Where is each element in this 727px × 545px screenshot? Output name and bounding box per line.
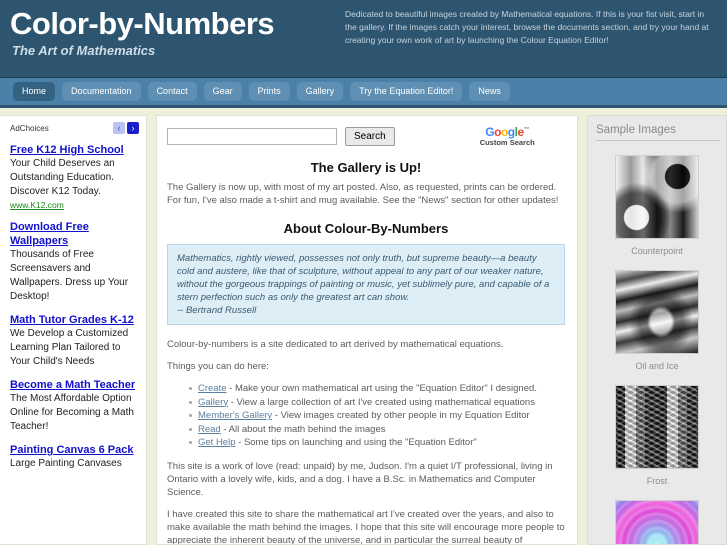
- ad-block: Become a Math Teacher The Most Affordable…: [10, 378, 139, 434]
- site-subtitle: The Art of Mathematics: [12, 43, 156, 58]
- things-text: - Some tips on launching and using the "…: [235, 437, 477, 448]
- nav-item-gallery[interactable]: Gallery: [296, 82, 344, 101]
- sample-thumbnail[interactable]: [615, 270, 699, 354]
- site-header: Color-by-Numbers The Art of Mathematics …: [0, 0, 727, 78]
- list-item: Gallery - View a large collection of art…: [189, 396, 565, 410]
- nav-item-home[interactable]: Home: [13, 82, 56, 101]
- quote-attribution: -- Bertrand Russell: [177, 305, 257, 316]
- ad-title-link[interactable]: Painting Canvas 6 Pack: [10, 443, 139, 457]
- ad-description: Thousands of Free Screensavers and Wallp…: [10, 249, 129, 302]
- things-text: - Make your own mathematical art using t…: [226, 383, 537, 394]
- nav-item-gear[interactable]: Gear: [203, 82, 242, 101]
- ad-title-link[interactable]: Become a Math Teacher: [10, 378, 139, 392]
- things-text: - View images created by other people in…: [272, 410, 530, 421]
- ad-block: Free K12 High School Your Child Deserves …: [10, 143, 139, 211]
- sample-thumbnail[interactable]: [615, 155, 699, 239]
- things-link[interactable]: Member's Gallery: [198, 410, 272, 421]
- quote-box: Mathematics, rightly viewed, possesses n…: [167, 244, 565, 325]
- list-item: Read - All about the math behind the ima…: [189, 423, 565, 437]
- ad-description: We Develop a Customized Learning Plan Ta…: [10, 328, 129, 367]
- quote-text: Mathematics, rightly viewed, possesses n…: [177, 253, 550, 303]
- sample-image-item[interactable]: [594, 500, 720, 544]
- page-body: AdChoices ‹ › Free K12 High School Your C…: [0, 108, 727, 545]
- google-logo: Google™: [485, 124, 530, 139]
- main-navigation: Home Documentation Contact Gear Prints Galler…: [0, 78, 727, 108]
- samples-heading: Sample Images: [596, 124, 720, 141]
- sample-thumbnail[interactable]: [615, 385, 699, 469]
- things-link[interactable]: Get Help: [198, 437, 236, 448]
- site-title: Color-by-Numbers: [10, 6, 275, 41]
- header-branding: Color-by-Numbers The Art of Mathematics: [10, 6, 275, 58]
- ad-block: Math Tutor Grades K-12 We Develop a Custo…: [10, 313, 139, 369]
- sample-caption: Oil and Ice: [635, 361, 679, 371]
- sample-caption: Frost: [646, 476, 668, 486]
- ads-list: Free K12 High School Your Child Deserves …: [10, 143, 139, 471]
- ad-description: Large Painting Canvases: [10, 458, 122, 469]
- ad-prev-arrow-icon[interactable]: ‹: [113, 122, 125, 134]
- mission-paragraph: I have created this site to share the ma…: [167, 508, 565, 545]
- ad-block: Download Free Wallpapers Thousands of Fre…: [10, 220, 139, 304]
- search-button[interactable]: Search: [345, 126, 395, 146]
- ad-url-link[interactable]: www.K12.com: [10, 199, 139, 211]
- samples-list: Counterpoint Oil and Ice Frost: [594, 155, 720, 544]
- things-text: - All about the math behind the images: [220, 423, 386, 435]
- search-row: Search Google™ Custom Search: [167, 124, 565, 148]
- things-text: - View a large collection of art I've cr…: [228, 396, 535, 408]
- sample-thumbnail[interactable]: [615, 500, 699, 544]
- list-item: Member's Gallery - View images created b…: [189, 409, 565, 423]
- nav-item-documentation[interactable]: Documentation: [62, 82, 141, 101]
- about-me-paragraph: This site is a work of love (read: unpai…: [167, 460, 553, 498]
- sample-caption: Counterpoint: [631, 246, 683, 256]
- intro-paragraph: Colour-by-numbers is a site dedicated to…: [167, 339, 504, 350]
- list-item: Get Help - Some tips on launching and us…: [189, 436, 565, 450]
- things-you-can-do-list: Create - Make your own mathematical art …: [167, 382, 565, 450]
- nav-item-news[interactable]: News: [469, 82, 510, 101]
- things-link[interactable]: Create: [198, 383, 227, 394]
- ad-description: Your Child Deserves an Outstanding Educa…: [10, 158, 115, 197]
- things-label: Things you can do here:: [167, 361, 269, 372]
- right-sidebar-samples: Sample Images Counterpoint Oil and Ice Fro…: [587, 115, 727, 545]
- adchoices-row: AdChoices ‹ ›: [10, 122, 139, 134]
- nav-item-prints[interactable]: Prints: [248, 82, 290, 101]
- header-tagline: Dedicated to beautiful images created by…: [345, 9, 709, 45]
- google-subtext: Custom Search: [479, 137, 535, 147]
- google-custom-search-branding: Google™ Custom Search: [480, 125, 535, 148]
- nav-item-contact[interactable]: Contact: [147, 82, 197, 101]
- left-sidebar-ads: AdChoices ‹ › Free K12 High School Your C…: [0, 115, 147, 545]
- news-paragraph: The Gallery is now up, with most of my a…: [167, 182, 559, 206]
- ad-title-link[interactable]: Math Tutor Grades K-12: [10, 313, 139, 327]
- ad-next-arrow-icon[interactable]: ›: [127, 122, 139, 134]
- news-heading: The Gallery is Up!: [310, 160, 422, 175]
- things-link[interactable]: Read: [198, 424, 221, 435]
- adchoices-label: AdChoices: [10, 123, 49, 133]
- search-input[interactable]: [167, 127, 337, 145]
- ad-description: The Most Affordable Option Online for Be…: [10, 393, 134, 432]
- ad-title-link[interactable]: Download Free Wallpapers: [10, 220, 139, 248]
- things-link[interactable]: Gallery: [198, 397, 228, 408]
- nav-item-try-the-equation-editor[interactable]: Try the Equation Editor!: [350, 82, 463, 101]
- list-item: Create - Make your own mathematical art …: [189, 382, 565, 396]
- about-heading: About Colour-By-Numbers: [283, 221, 449, 236]
- sample-image-item[interactable]: Frost: [594, 385, 720, 487]
- sample-image-item[interactable]: Counterpoint: [594, 155, 720, 257]
- main-content: Search Google™ Custom Search The Gallery…: [156, 115, 578, 545]
- ad-title-link[interactable]: Free K12 High School: [10, 143, 139, 157]
- ad-carousel-arrows: ‹ ›: [113, 122, 139, 134]
- ad-block: Painting Canvas 6 Pack Large Painting Can…: [10, 443, 139, 471]
- sample-image-item[interactable]: Oil and Ice: [594, 270, 720, 372]
